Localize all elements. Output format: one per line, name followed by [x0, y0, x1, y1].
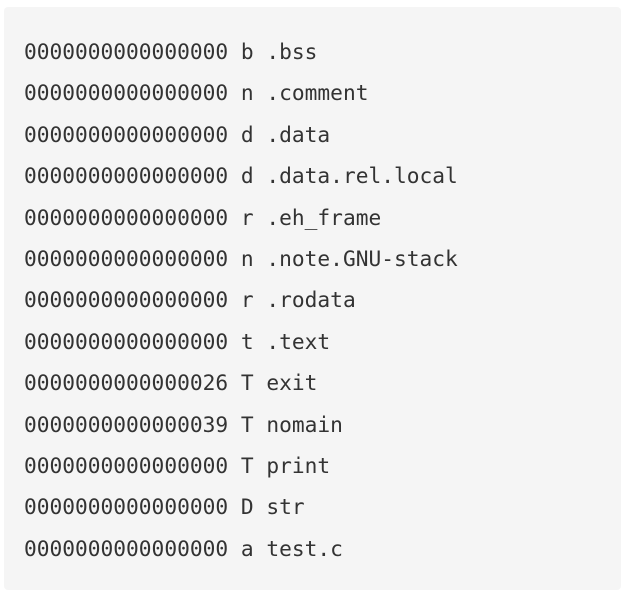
symbol-name: .data.rel.local [266, 163, 458, 189]
symbol-address: 0000000000000000 [24, 245, 229, 271]
symbol-address: 0000000000000000 [24, 80, 229, 106]
symbol-name: .rodata [266, 287, 356, 313]
symbol-name: test.c [266, 535, 343, 561]
symbol-address: 0000000000000000 [24, 452, 229, 478]
symbol-type: T [240, 370, 254, 396]
symbol-address: 0000000000000000 [24, 287, 229, 313]
symbol-name: nomain [266, 411, 343, 437]
symbol-address: 0000000000000000 [24, 39, 229, 64]
symbol-line: 0000000000000000 D str [24, 486, 621, 527]
symbol-name: .eh_frame [266, 204, 382, 230]
symbol-name: exit [266, 370, 318, 396]
symbol-address: 0000000000000026 [24, 370, 229, 396]
symbol-type: d [240, 163, 254, 189]
symbol-type: D [240, 494, 254, 520]
symbol-type: r [240, 287, 254, 313]
symbol-name: .bss [266, 39, 318, 64]
symbol-type: T [240, 452, 254, 478]
symbol-line: 0000000000000000 n .comment [24, 72, 621, 113]
symbol-address: 0000000000000039 [24, 411, 229, 437]
symbol-address: 0000000000000000 [24, 494, 229, 520]
symbol-line: 0000000000000000 a test.c [24, 528, 621, 569]
symbol-type: n [240, 80, 254, 106]
symbol-table-output: 0000000000000000 b .bss 0000000000000000 … [24, 31, 621, 569]
symbol-name: str [266, 494, 305, 520]
symbol-line: 0000000000000000 b .bss [24, 31, 621, 72]
symbol-address: 0000000000000000 [24, 204, 229, 230]
symbol-line: 0000000000000039 T nomain [24, 404, 621, 445]
symbol-type: T [240, 411, 254, 437]
symbol-type: b [240, 39, 254, 64]
symbol-line: 0000000000000000 r .eh_frame [24, 197, 621, 238]
symbol-type: t [240, 328, 254, 354]
symbol-address: 0000000000000000 [24, 535, 229, 561]
symbol-line: 0000000000000026 T exit [24, 362, 621, 403]
symbol-type: n [240, 245, 254, 271]
symbol-address: 0000000000000000 [24, 121, 229, 147]
symbol-line: 0000000000000000 r .rodata [24, 279, 621, 320]
symbol-name: .data [266, 121, 331, 147]
symbol-name: .note.GNU-stack [266, 245, 458, 271]
symbol-address: 0000000000000000 [24, 328, 229, 354]
symbol-line: 0000000000000000 t .text [24, 321, 621, 362]
symbol-name: print [266, 452, 331, 478]
symbol-type: r [240, 204, 254, 230]
symbol-line: 0000000000000000 d .data [24, 114, 621, 155]
code-block: 0000000000000000 b .bss 0000000000000000 … [4, 7, 621, 590]
symbol-address: 0000000000000000 [24, 163, 229, 189]
symbol-line: 0000000000000000 d .data.rel.local [24, 155, 621, 196]
symbol-type: d [240, 121, 254, 147]
symbol-name: .text [266, 328, 331, 354]
symbol-name: .comment [266, 80, 369, 106]
symbol-line: 0000000000000000 T print [24, 445, 621, 486]
symbol-line: 0000000000000000 n .note.GNU-stack [24, 238, 621, 279]
symbol-type: a [240, 535, 254, 561]
